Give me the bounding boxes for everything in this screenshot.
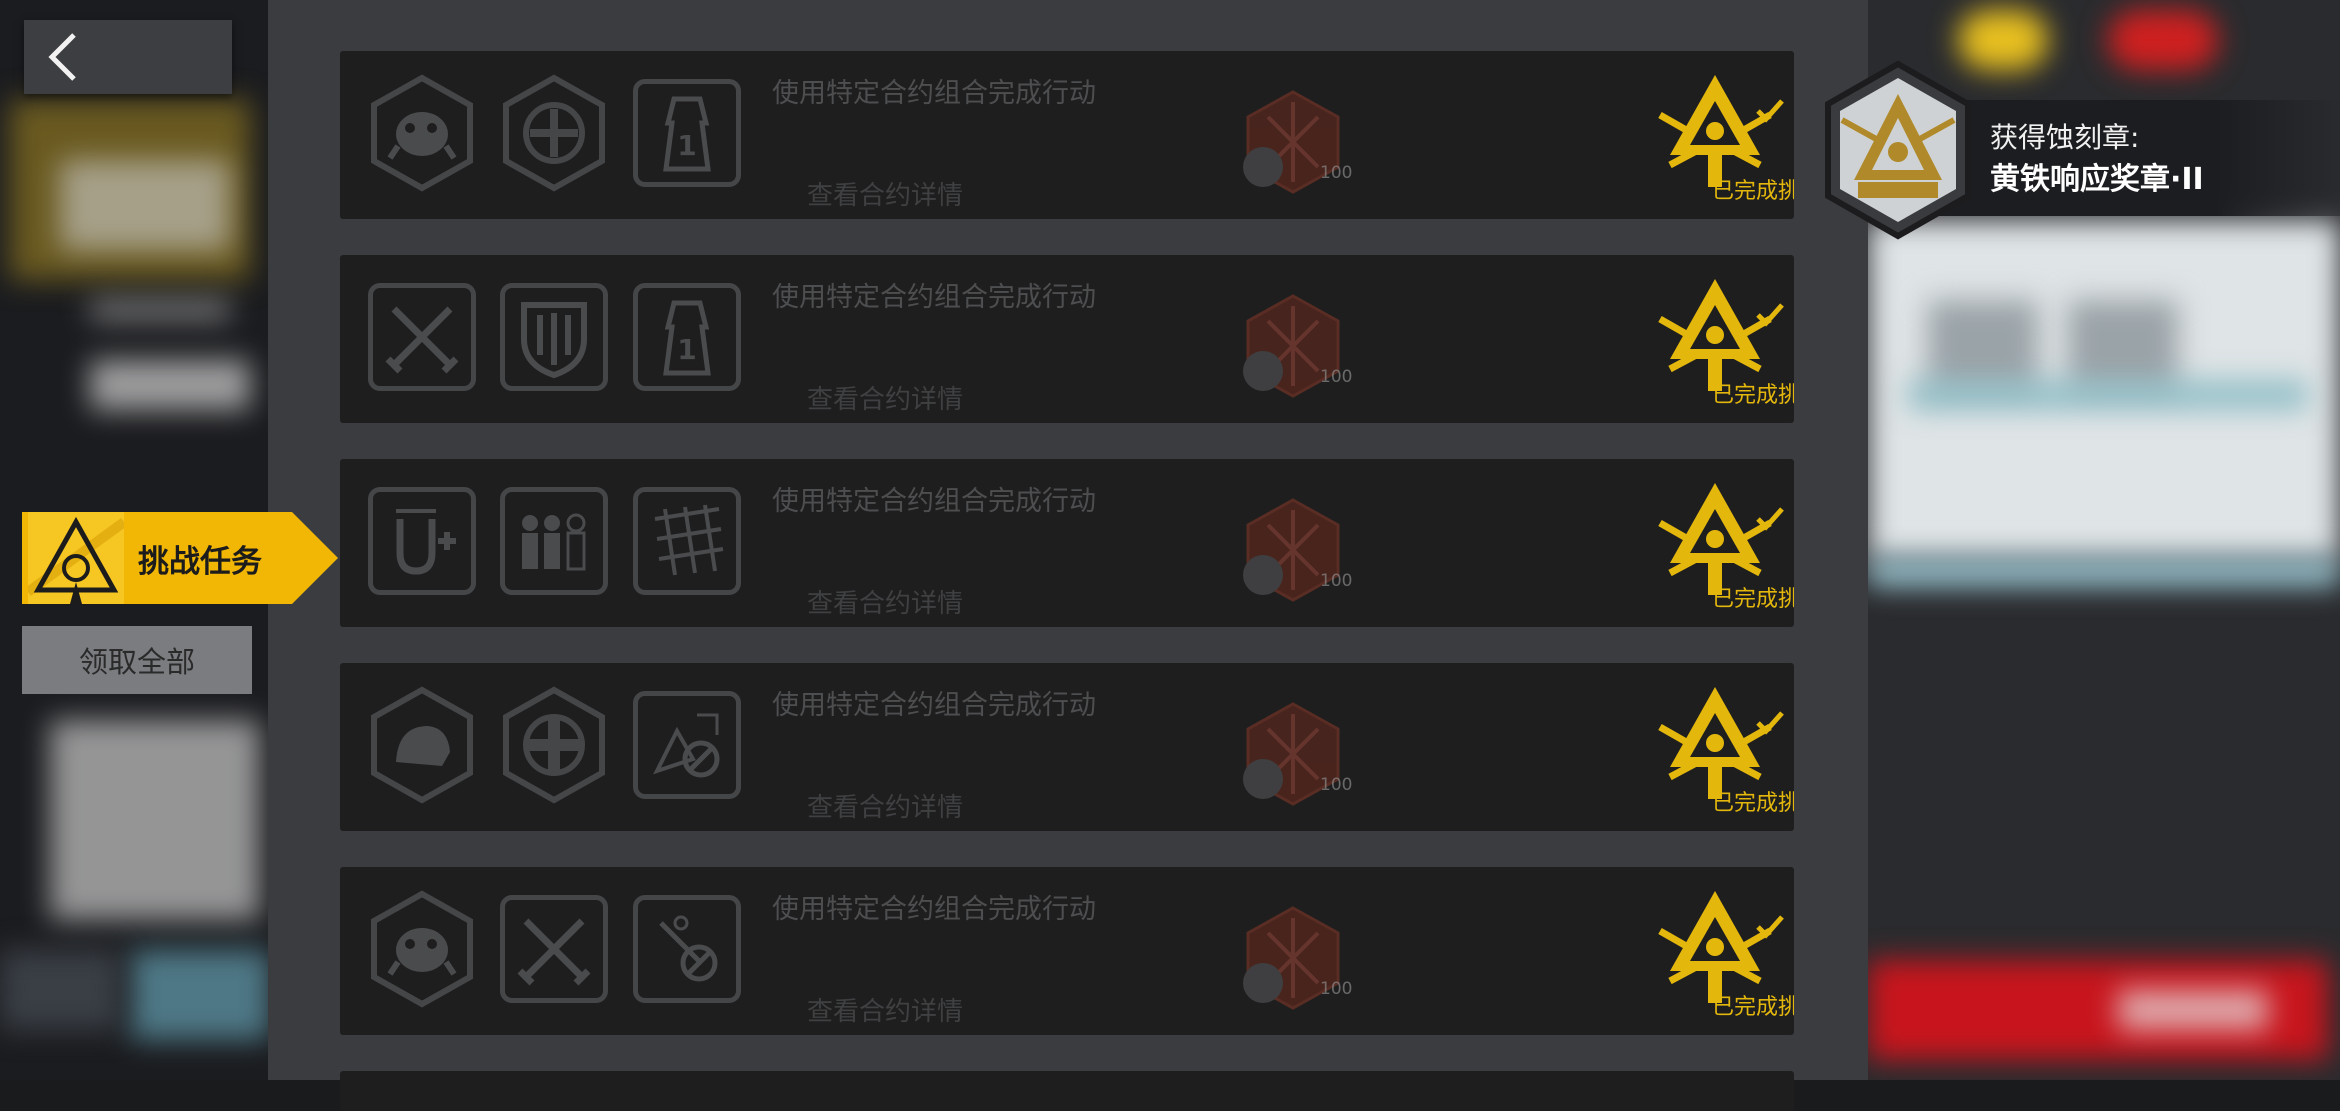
contract-slot[interactable]: [500, 74, 608, 192]
shield-icon: [521, 302, 587, 379]
reward-count: 100: [1320, 163, 1353, 183]
u-plus-icon: [396, 509, 456, 575]
svg-text:1: 1: [677, 129, 696, 162]
challenge-emblem-icon: [28, 512, 124, 604]
crossed-swords-icon: [517, 918, 591, 986]
contract-slot[interactable]: [500, 283, 608, 391]
task-card: 使用特定合约组合完成行动 查看合约详情 100 已完成挑战: [340, 867, 1794, 1035]
hex-creature-icon: [371, 686, 473, 804]
reward-count: 100: [1320, 367, 1353, 387]
view-contract-link[interactable]: 查看合约详情: [807, 175, 963, 212]
task-title: 使用特定合约组合完成行动: [772, 486, 1096, 517]
people-group-icon: [522, 513, 586, 571]
status-completed: 已完成挑战: [1712, 179, 1794, 204]
contract-slot[interactable]: [368, 890, 476, 1008]
contract-slot[interactable]: [633, 487, 741, 595]
crab-creature-hex-icon: [371, 74, 473, 192]
contract-slot[interactable]: [500, 895, 608, 1003]
tab-challenge-label: 挑战任务: [138, 543, 262, 580]
medal-obtained-toast: 获得蚀刻章: 黄铁响应奖章·II: [1818, 60, 2340, 240]
view-contract-link[interactable]: 查看合约详情: [807, 787, 963, 824]
contract-slot[interactable]: [633, 895, 741, 1003]
contract-slot[interactable]: [368, 686, 476, 804]
pyrite-medal-icon: [1825, 60, 1971, 240]
chevron-left-icon: [48, 33, 76, 81]
contract-slot[interactable]: [368, 74, 476, 192]
crossed-swords-icon: [385, 306, 459, 374]
view-contract-link[interactable]: 查看合约详情: [807, 991, 963, 1028]
status-completed: 已完成挑战: [1712, 791, 1794, 816]
task-card: 1 使用特定合约组合完成行动 查看合约详情 100 已完成挑战: [340, 255, 1794, 423]
tower-1-icon: 1: [663, 300, 711, 376]
contract-slot[interactable]: [500, 686, 608, 804]
toast-medal-name: 黄铁响应奖章·II: [1990, 162, 2204, 197]
status-completed: 已完成挑战: [1712, 995, 1794, 1020]
task-title: 使用特定合约组合完成行动: [772, 690, 1096, 721]
back-button[interactable]: [24, 20, 232, 94]
task-card: 使用特定合约组合完成行动 查看合约详情 100 已完成挑战: [340, 663, 1794, 831]
hex-crosshair-icon: [503, 74, 605, 192]
task-card: 1 使用特定合约组合完成行动 查看合约详情 100 已完成挑战: [340, 51, 1794, 219]
tower-1-icon: 1: [663, 96, 711, 172]
reward-count: 100: [1320, 571, 1353, 591]
task-card: 使用特定合约组合完成行动 查看合约详情 100 已完成挑战: [340, 459, 1794, 627]
contract-slot[interactable]: [633, 691, 741, 799]
reward-count: 100: [1320, 775, 1353, 795]
contract-slot[interactable]: 1: [633, 283, 741, 391]
task-list-panel: 1 使用特定合约组合完成行动 查看合约详情 100 已完成挑战: [268, 0, 2112, 1111]
hex-cross-icon: [503, 686, 605, 804]
contract-slot[interactable]: [368, 487, 476, 595]
view-contract-link[interactable]: 查看合约详情: [807, 379, 963, 416]
no-arrow-icon: [659, 915, 718, 982]
status-completed: 已完成挑战: [1712, 587, 1794, 612]
task-title: 使用特定合约组合完成行动: [772, 894, 1096, 925]
reward-count: 100: [1320, 979, 1353, 999]
view-contract-link[interactable]: 查看合约详情: [807, 583, 963, 620]
claim-all-button[interactable]: 领取全部: [22, 626, 252, 694]
status-completed: 已完成挑战: [1712, 383, 1794, 408]
crab-creature-hex-icon: [371, 890, 473, 1008]
task-title: 使用特定合约组合完成行动: [772, 78, 1096, 109]
tab-challenge-tasks[interactable]: 挑战任务: [22, 512, 338, 604]
task-card: [340, 1071, 1794, 1111]
contract-slot[interactable]: 1: [633, 79, 741, 187]
toast-title: 获得蚀刻章:: [1990, 121, 2140, 154]
task-title: 使用特定合约组合完成行动: [772, 282, 1096, 313]
svg-text:1: 1: [677, 333, 696, 366]
grid-map-icon: [654, 504, 724, 576]
contract-slot[interactable]: [368, 283, 476, 391]
no-terrain-icon: [653, 713, 720, 778]
contract-slot[interactable]: [500, 487, 608, 595]
